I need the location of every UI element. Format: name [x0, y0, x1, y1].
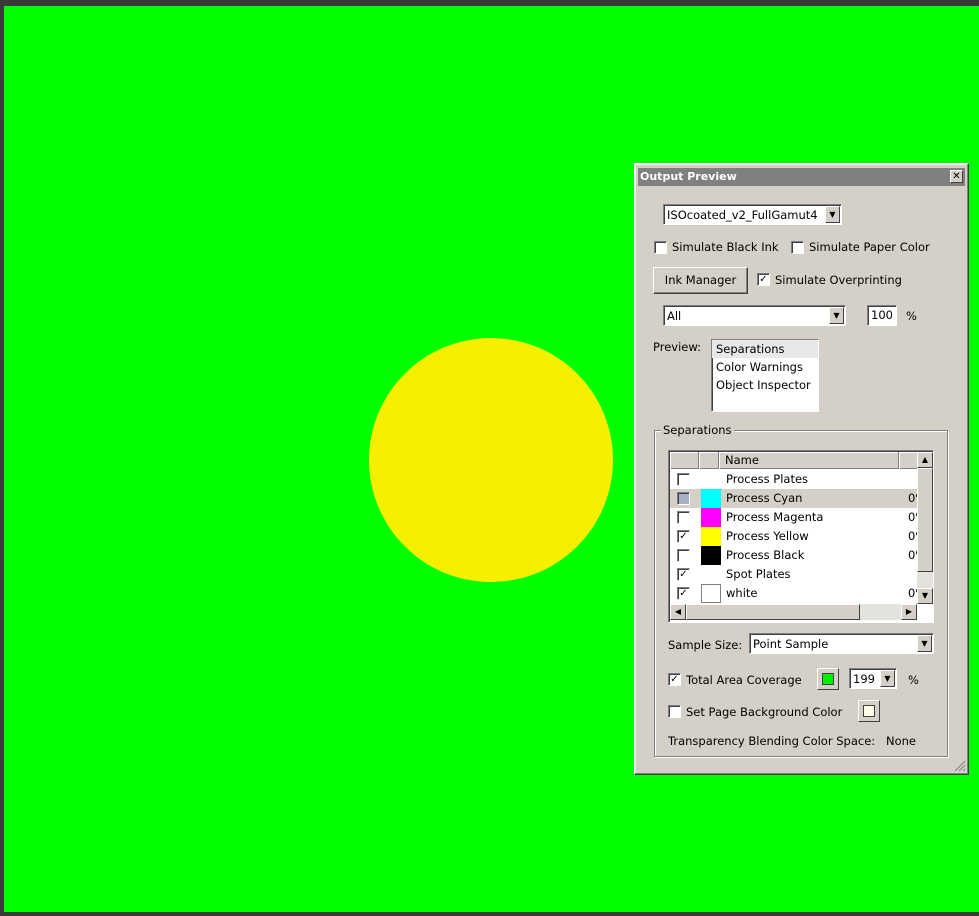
scroll-right-icon[interactable]: ▶	[901, 604, 917, 620]
separation-checkbox[interactable]: ✓	[677, 587, 690, 600]
table-row[interactable]: Process Black 0%	[670, 546, 918, 565]
sample-size-select[interactable]: Point Sample ▼	[749, 633, 934, 654]
coverage-color-swatch	[822, 673, 834, 685]
separation-name: Spot Plates	[726, 567, 791, 581]
table-row[interactable]: Process Plates	[670, 470, 917, 489]
output-preview-panel: Output Preview ✕ ISOcoated_v2_FullGamut4…	[634, 163, 969, 775]
panel-titlebar[interactable]: Output Preview ✕	[638, 168, 965, 186]
page-background-color-button[interactable]	[858, 700, 880, 722]
horizontal-scrollbar[interactable]: ◀ ▶	[670, 604, 917, 620]
simulate-paper-color-checkbox[interactable]	[791, 241, 804, 254]
simulate-black-ink-label: Simulate Black Ink	[672, 240, 779, 254]
table-row[interactable]: Process Cyan 0%	[670, 489, 918, 508]
simulate-overprinting-checkbox[interactable]: ✓	[757, 273, 770, 286]
separation-checkbox[interactable]: ✓	[677, 530, 690, 543]
sample-size-label: Sample Size:	[668, 638, 743, 652]
simulate-black-ink-checkbox[interactable]	[654, 241, 667, 254]
chevron-down-icon[interactable]: ▼	[917, 635, 932, 652]
preview-option-separations[interactable]: Separations	[712, 340, 818, 358]
show-select[interactable]: All ▼	[663, 305, 846, 326]
scroll-thumb[interactable]	[686, 604, 860, 620]
transparency-blending-value: None	[886, 734, 917, 748]
total-area-coverage-label: Total Area Coverage	[686, 673, 802, 687]
set-page-background-label: Set Page Background Color	[686, 705, 843, 719]
yellow-swatch	[701, 527, 721, 546]
simulate-overprinting-label: Simulate Overprinting	[775, 273, 902, 287]
transparency-blending-label: Transparency Blending Color Space:	[668, 734, 876, 748]
zoom-unit-label: %	[906, 309, 917, 323]
zoom-input[interactable]: 100	[867, 305, 897, 326]
profile-select-value: ISOcoated_v2_FullGamut4	[667, 208, 818, 222]
coverage-color-button[interactable]	[817, 668, 839, 690]
page-background-color-swatch	[863, 705, 875, 717]
close-icon[interactable]: ✕	[950, 170, 963, 183]
coverage-unit-label: %	[908, 673, 919, 687]
show-select-value: All	[667, 309, 682, 323]
separations-table-header: Name	[670, 452, 917, 469]
separations-table[interactable]: Name Process Plates Process Cyan 0% Proc…	[668, 450, 934, 623]
cyan-swatch	[701, 489, 721, 508]
separation-name: Process Cyan	[726, 491, 803, 505]
separations-group-title: Separations	[661, 423, 734, 437]
separation-name: Process Magenta	[726, 510, 824, 524]
simulate-paper-color-label: Simulate Paper Color	[809, 240, 930, 254]
vertical-scrollbar[interactable]: ▲ ▼	[917, 452, 933, 604]
profile-select[interactable]: ISOcoated_v2_FullGamut4 ▼	[663, 204, 842, 225]
table-row[interactable]: ✓ Spot Plates	[670, 565, 917, 584]
ink-manager-button[interactable]: Ink Manager	[653, 267, 748, 294]
separation-checkbox[interactable]	[677, 473, 690, 486]
coverage-value: 199	[853, 672, 875, 686]
magenta-swatch	[701, 508, 721, 527]
name-column-header[interactable]: Name	[719, 452, 899, 469]
panel-title: Output Preview	[640, 170, 737, 183]
table-row[interactable]: ✓ Process Yellow 0%	[670, 527, 918, 546]
separation-checkbox[interactable]	[677, 511, 690, 524]
white-swatch	[701, 584, 721, 603]
resize-grip-icon[interactable]	[954, 760, 966, 772]
separation-checkbox[interactable]	[677, 549, 690, 562]
scroll-down-icon[interactable]: ▼	[917, 588, 933, 604]
yellow-circle-object[interactable]	[369, 338, 613, 582]
scroll-left-icon[interactable]: ◀	[670, 604, 686, 620]
preview-label: Preview:	[653, 340, 702, 354]
separation-name: Process Black	[726, 548, 805, 562]
set-page-background-checkbox[interactable]	[668, 705, 681, 718]
coverage-value-select[interactable]: 199 ▼	[849, 668, 897, 689]
separation-checkbox[interactable]: ✓	[677, 568, 690, 581]
preview-listbox[interactable]: Separations Color Warnings Object Inspec…	[711, 339, 819, 412]
chevron-down-icon[interactable]: ▼	[829, 307, 844, 324]
scroll-up-icon[interactable]: ▲	[917, 452, 933, 468]
black-swatch	[701, 546, 721, 565]
separation-name: white	[726, 586, 758, 600]
chevron-down-icon[interactable]: ▼	[825, 206, 840, 223]
table-row[interactable]: ✓ white 0%	[670, 584, 918, 603]
preview-option-color-warnings[interactable]: Color Warnings	[712, 358, 818, 376]
separation-name: Process Yellow	[726, 529, 809, 543]
table-row[interactable]: Process Magenta 0%	[670, 508, 918, 527]
sample-size-value: Point Sample	[753, 637, 829, 651]
total-area-coverage-checkbox[interactable]: ✓	[668, 673, 681, 686]
chevron-down-icon[interactable]: ▼	[880, 670, 895, 687]
separation-name: Process Plates	[726, 472, 809, 486]
separation-checkbox[interactable]	[677, 492, 690, 505]
scroll-thumb[interactable]	[917, 468, 933, 572]
preview-option-object-inspector[interactable]: Object Inspector	[712, 376, 818, 394]
